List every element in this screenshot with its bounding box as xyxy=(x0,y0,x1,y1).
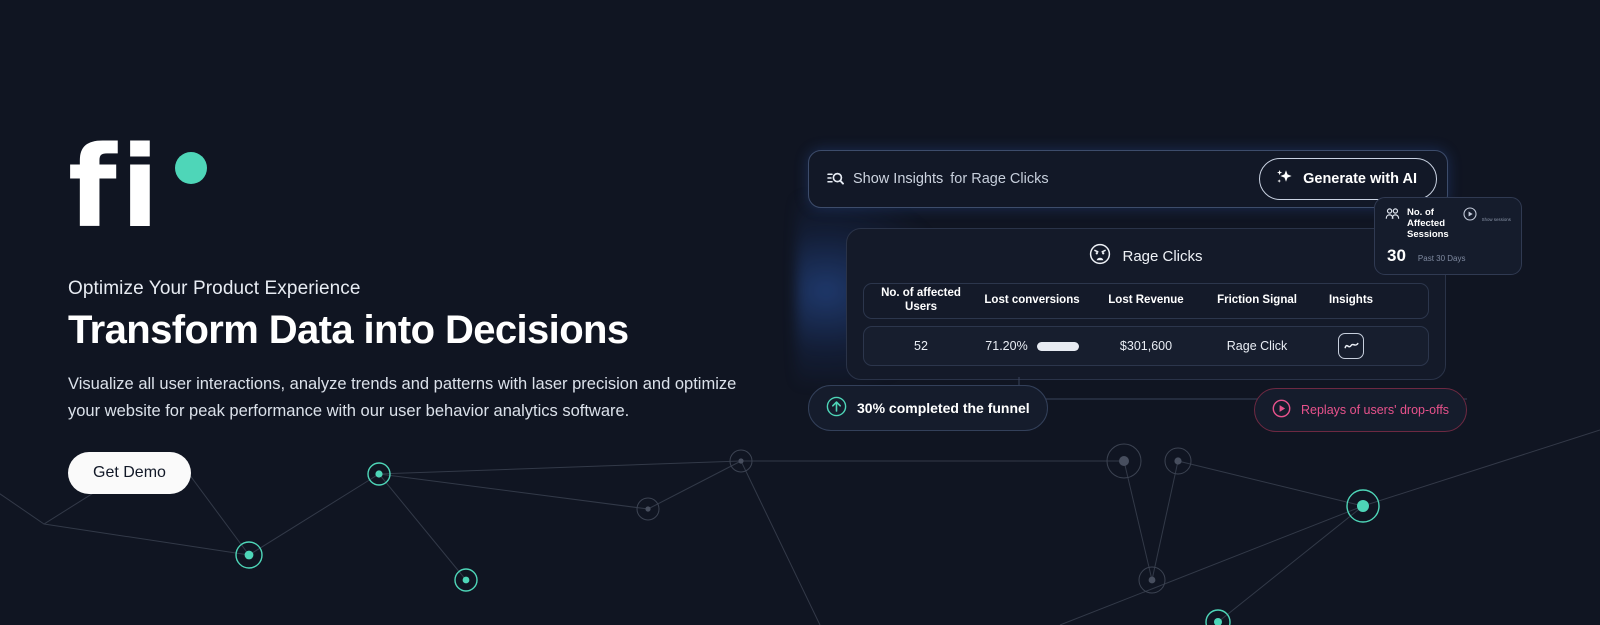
cell-affected-users: 52 xyxy=(914,339,928,353)
generate-with-ai-button[interactable]: Generate with AI xyxy=(1259,158,1437,200)
search-query: Show Insights for Rage Clicks xyxy=(853,171,1049,187)
card-title-label: Rage Clicks xyxy=(1122,247,1203,265)
column-header-friction-signal: Friction Signal xyxy=(1217,294,1297,307)
replays-pill[interactable]: Replays of users' drop-offs xyxy=(1254,388,1468,432)
card-header: Rage Clicks xyxy=(847,229,1445,283)
users-icon xyxy=(1385,207,1400,226)
trend-chart-icon[interactable] xyxy=(1338,333,1364,359)
hero-eyebrow: Optimize Your Product Experience xyxy=(68,278,361,299)
cell-friction-signal: Rage Click xyxy=(1226,339,1288,353)
arrow-up-circle-icon xyxy=(826,396,847,420)
column-header-affected-users: No. of affected Users xyxy=(881,287,961,313)
hero-subcopy: Visualize all user interactions, analyze… xyxy=(68,374,737,421)
cell-insights xyxy=(1308,333,1394,359)
insights-search-bar[interactable]: Show Insights for Rage Clicks Generate wi… xyxy=(808,150,1448,208)
funnel-completion-label: 30% completed the funnel xyxy=(857,400,1030,416)
sparkle-icon xyxy=(1275,168,1294,190)
affected-sessions-badge[interactable]: No. of Affected Sessions Show sessions 3… xyxy=(1374,197,1522,275)
generate-with-ai-label: Generate with AI xyxy=(1303,171,1417,187)
affected-sessions-value: 30 xyxy=(1387,245,1406,265)
table-row[interactable]: 52 71.20% $301,600 Rage Click xyxy=(863,326,1429,366)
lost-conversions-value: 71.20% xyxy=(985,339,1028,353)
cell-lost-revenue: $301,600 xyxy=(1119,339,1173,353)
affected-sessions-period: Past 30 Days xyxy=(1417,253,1466,263)
search-query-suffix: for Rage Clicks xyxy=(950,171,1049,187)
insights-table: No. of affected Users Lost conversions L… xyxy=(863,283,1429,366)
show-sessions-button[interactable]: Show sessions xyxy=(1463,207,1511,226)
cell-lost-conversions: 71.20% xyxy=(978,339,1086,353)
analytics-panel: Show Insights for Rage Clicks Generate wi… xyxy=(796,150,1522,432)
insights-card: Rage Clicks No. of Affected Sessions Sho… xyxy=(846,197,1522,417)
lost-conversions-progress xyxy=(1036,341,1079,351)
column-header-lost-revenue: Lost Revenue xyxy=(1108,294,1184,307)
search-query-prefix: Show Insights xyxy=(853,171,944,187)
page-title: Transform Data into Decisions xyxy=(68,308,629,352)
show-sessions-caption: Show sessions xyxy=(1481,217,1511,222)
logo-text: fi xyxy=(68,123,164,253)
affected-sessions-label: No. of Affected Sessions xyxy=(1407,207,1449,241)
logo[interactable]: fi xyxy=(68,132,238,248)
get-demo-button[interactable]: Get Demo xyxy=(68,451,191,494)
hero-section: fi Optimize Your Product Experience Tran… xyxy=(68,132,768,494)
play-circle-icon xyxy=(1272,399,1291,421)
replays-label: Replays of users' drop-offs xyxy=(1301,403,1450,417)
column-header-insights: Insights xyxy=(1328,294,1374,307)
rage-face-icon xyxy=(1089,243,1111,269)
table-header-row: No. of affected Users Lost conversions L… xyxy=(863,283,1429,319)
logo-dot-icon xyxy=(175,152,207,184)
filter-search-icon xyxy=(827,171,844,187)
funnel-completion-pill[interactable]: 30% completed the funnel xyxy=(808,385,1048,431)
column-header-lost-conversions: Lost conversions xyxy=(984,294,1080,307)
